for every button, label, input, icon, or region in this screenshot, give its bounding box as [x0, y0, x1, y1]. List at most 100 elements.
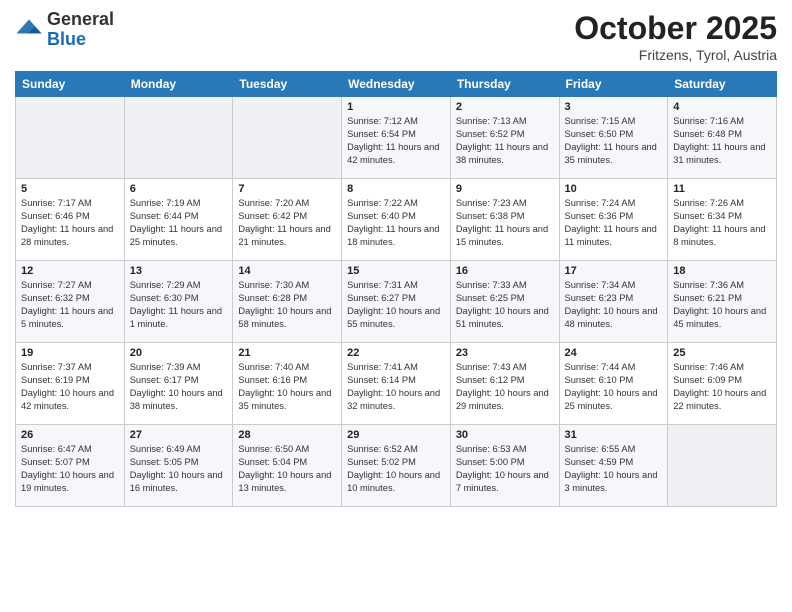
- sunset-text: Sunset: 6:12 PM: [456, 375, 525, 385]
- sunset-text: Sunset: 6:23 PM: [565, 293, 634, 303]
- day-info: Sunrise: 7:27 AM Sunset: 6:32 PM Dayligh…: [21, 279, 119, 331]
- day-number: 14: [238, 265, 336, 277]
- sunset-text: Sunset: 6:28 PM: [238, 293, 307, 303]
- day-info: Sunrise: 6:53 AM Sunset: 5:00 PM Dayligh…: [456, 443, 554, 495]
- day-number: 3: [565, 101, 663, 113]
- calendar-cell: 21 Sunrise: 7:40 AM Sunset: 6:16 PM Dayl…: [233, 343, 342, 425]
- page: General Blue October 2025 Fritzens, Tyro…: [0, 0, 792, 612]
- sunset-text: Sunset: 6:46 PM: [21, 211, 90, 221]
- day-number: 31: [565, 429, 663, 441]
- logo-general-text: General: [47, 10, 114, 30]
- calendar-cell: 12 Sunrise: 7:27 AM Sunset: 6:32 PM Dayl…: [16, 261, 125, 343]
- day-number: 26: [21, 429, 119, 441]
- header-monday: Monday: [124, 72, 233, 97]
- logo-icon: [15, 16, 43, 44]
- daylight-text: Daylight: 10 hours and 35 minutes.: [238, 388, 331, 411]
- day-info: Sunrise: 7:40 AM Sunset: 6:16 PM Dayligh…: [238, 361, 336, 413]
- daylight-text: Daylight: 11 hours and 35 minutes.: [565, 142, 657, 165]
- day-info: Sunrise: 7:44 AM Sunset: 6:10 PM Dayligh…: [565, 361, 663, 413]
- sunset-text: Sunset: 6:30 PM: [130, 293, 199, 303]
- daylight-text: Daylight: 10 hours and 16 minutes.: [130, 470, 223, 493]
- sunset-text: Sunset: 5:02 PM: [347, 457, 416, 467]
- sunset-text: Sunset: 6:40 PM: [347, 211, 416, 221]
- day-number: 4: [673, 101, 771, 113]
- daylight-text: Daylight: 11 hours and 1 minute.: [130, 306, 222, 329]
- day-number: 24: [565, 347, 663, 359]
- calendar-cell: 3 Sunrise: 7:15 AM Sunset: 6:50 PM Dayli…: [559, 97, 668, 179]
- calendar-cell: 23 Sunrise: 7:43 AM Sunset: 6:12 PM Dayl…: [450, 343, 559, 425]
- sunrise-text: Sunrise: 6:53 AM: [456, 444, 527, 454]
- sunset-text: Sunset: 6:50 PM: [565, 129, 634, 139]
- day-info: Sunrise: 7:20 AM Sunset: 6:42 PM Dayligh…: [238, 197, 336, 249]
- sunrise-text: Sunrise: 7:16 AM: [673, 116, 744, 126]
- day-number: 13: [130, 265, 228, 277]
- day-info: Sunrise: 7:36 AM Sunset: 6:21 PM Dayligh…: [673, 279, 771, 331]
- sunset-text: Sunset: 4:59 PM: [565, 457, 634, 467]
- logo-blue-text: Blue: [47, 30, 114, 50]
- day-number: 20: [130, 347, 228, 359]
- daylight-text: Daylight: 10 hours and 7 minutes.: [456, 470, 549, 493]
- sunrise-text: Sunrise: 7:13 AM: [456, 116, 527, 126]
- calendar-cell: 4 Sunrise: 7:16 AM Sunset: 6:48 PM Dayli…: [668, 97, 777, 179]
- sunset-text: Sunset: 5:05 PM: [130, 457, 199, 467]
- day-number: 12: [21, 265, 119, 277]
- calendar-cell: 7 Sunrise: 7:20 AM Sunset: 6:42 PM Dayli…: [233, 179, 342, 261]
- sunrise-text: Sunrise: 7:40 AM: [238, 362, 309, 372]
- sunrise-text: Sunrise: 7:43 AM: [456, 362, 527, 372]
- daylight-text: Daylight: 10 hours and 32 minutes.: [347, 388, 440, 411]
- sunrise-text: Sunrise: 7:17 AM: [21, 198, 92, 208]
- sunset-text: Sunset: 6:27 PM: [347, 293, 416, 303]
- day-number: 5: [21, 183, 119, 195]
- sunset-text: Sunset: 6:25 PM: [456, 293, 525, 303]
- daylight-text: Daylight: 11 hours and 21 minutes.: [238, 224, 330, 247]
- sunset-text: Sunset: 6:42 PM: [238, 211, 307, 221]
- calendar-cell: 16 Sunrise: 7:33 AM Sunset: 6:25 PM Dayl…: [450, 261, 559, 343]
- sunrise-text: Sunrise: 7:36 AM: [673, 280, 744, 290]
- sunrise-text: Sunrise: 6:49 AM: [130, 444, 201, 454]
- calendar-cell: 31 Sunrise: 6:55 AM Sunset: 4:59 PM Dayl…: [559, 425, 668, 507]
- calendar-week-5: 26 Sunrise: 6:47 AM Sunset: 5:07 PM Dayl…: [16, 425, 777, 507]
- day-info: Sunrise: 7:39 AM Sunset: 6:17 PM Dayligh…: [130, 361, 228, 413]
- day-info: Sunrise: 7:12 AM Sunset: 6:54 PM Dayligh…: [347, 115, 445, 167]
- daylight-text: Daylight: 10 hours and 51 minutes.: [456, 306, 549, 329]
- day-number: 30: [456, 429, 554, 441]
- calendar-cell: [124, 97, 233, 179]
- calendar-cell: 18 Sunrise: 7:36 AM Sunset: 6:21 PM Dayl…: [668, 261, 777, 343]
- calendar-cell: 11 Sunrise: 7:26 AM Sunset: 6:34 PM Dayl…: [668, 179, 777, 261]
- day-number: 19: [21, 347, 119, 359]
- day-info: Sunrise: 7:26 AM Sunset: 6:34 PM Dayligh…: [673, 197, 771, 249]
- calendar-week-3: 12 Sunrise: 7:27 AM Sunset: 6:32 PM Dayl…: [16, 261, 777, 343]
- day-info: Sunrise: 6:47 AM Sunset: 5:07 PM Dayligh…: [21, 443, 119, 495]
- sunrise-text: Sunrise: 7:30 AM: [238, 280, 309, 290]
- header-friday: Friday: [559, 72, 668, 97]
- header-thursday: Thursday: [450, 72, 559, 97]
- sunset-text: Sunset: 6:10 PM: [565, 375, 634, 385]
- calendar-cell: [233, 97, 342, 179]
- daylight-text: Daylight: 10 hours and 22 minutes.: [673, 388, 766, 411]
- daylight-text: Daylight: 10 hours and 13 minutes.: [238, 470, 331, 493]
- day-info: Sunrise: 7:37 AM Sunset: 6:19 PM Dayligh…: [21, 361, 119, 413]
- sunset-text: Sunset: 6:32 PM: [21, 293, 90, 303]
- day-info: Sunrise: 7:29 AM Sunset: 6:30 PM Dayligh…: [130, 279, 228, 331]
- daylight-text: Daylight: 11 hours and 28 minutes.: [21, 224, 113, 247]
- calendar-cell: 10 Sunrise: 7:24 AM Sunset: 6:36 PM Dayl…: [559, 179, 668, 261]
- day-info: Sunrise: 7:15 AM Sunset: 6:50 PM Dayligh…: [565, 115, 663, 167]
- calendar-week-2: 5 Sunrise: 7:17 AM Sunset: 6:46 PM Dayli…: [16, 179, 777, 261]
- day-info: Sunrise: 7:23 AM Sunset: 6:38 PM Dayligh…: [456, 197, 554, 249]
- daylight-text: Daylight: 10 hours and 45 minutes.: [673, 306, 766, 329]
- calendar-cell: 14 Sunrise: 7:30 AM Sunset: 6:28 PM Dayl…: [233, 261, 342, 343]
- sunrise-text: Sunrise: 7:34 AM: [565, 280, 636, 290]
- sunset-text: Sunset: 6:21 PM: [673, 293, 742, 303]
- day-number: 22: [347, 347, 445, 359]
- day-number: 21: [238, 347, 336, 359]
- daylight-text: Daylight: 10 hours and 10 minutes.: [347, 470, 440, 493]
- sunrise-text: Sunrise: 7:20 AM: [238, 198, 309, 208]
- sunset-text: Sunset: 6:36 PM: [565, 211, 634, 221]
- sunrise-text: Sunrise: 7:31 AM: [347, 280, 418, 290]
- header-saturday: Saturday: [668, 72, 777, 97]
- sunrise-text: Sunrise: 7:39 AM: [130, 362, 201, 372]
- sunset-text: Sunset: 6:09 PM: [673, 375, 742, 385]
- day-info: Sunrise: 7:22 AM Sunset: 6:40 PM Dayligh…: [347, 197, 445, 249]
- day-info: Sunrise: 7:24 AM Sunset: 6:36 PM Dayligh…: [565, 197, 663, 249]
- calendar-cell: 9 Sunrise: 7:23 AM Sunset: 6:38 PM Dayli…: [450, 179, 559, 261]
